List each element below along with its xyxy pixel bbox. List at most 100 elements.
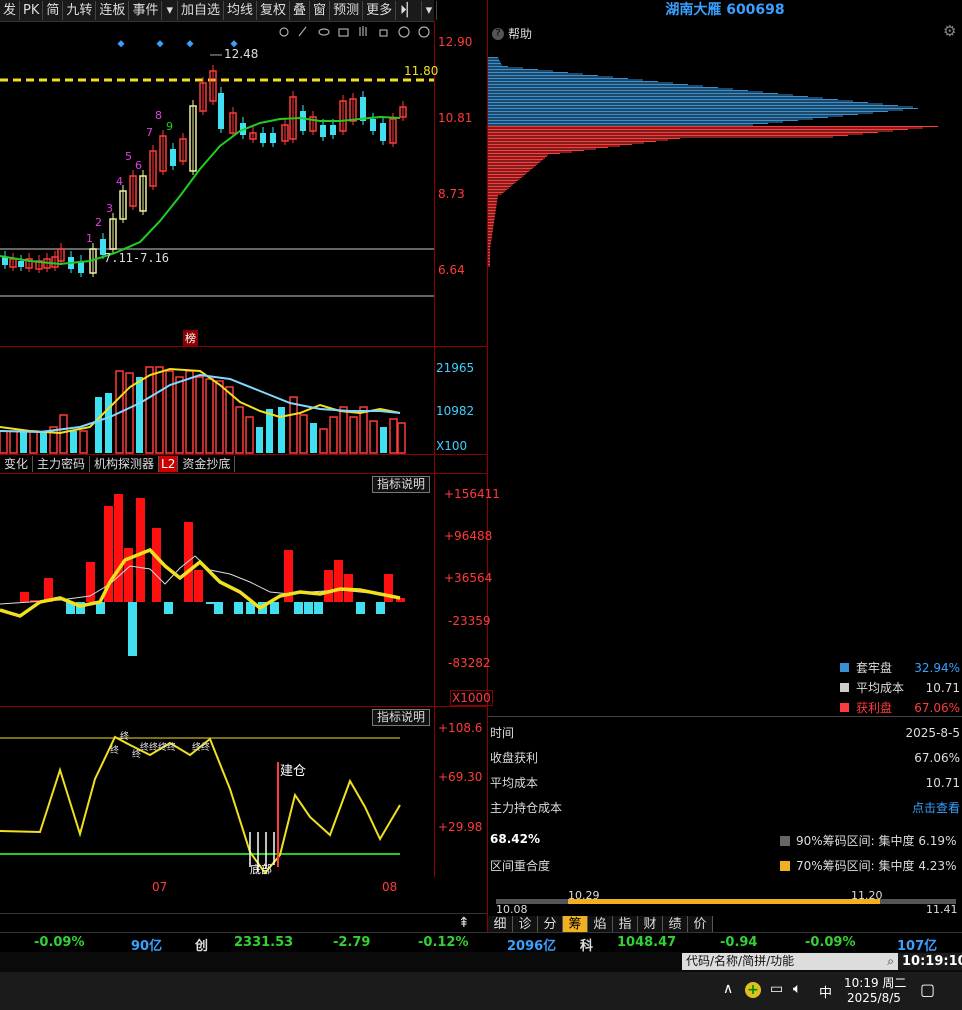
volume-bar xyxy=(278,407,285,453)
tb-junxian[interactable]: 均线 xyxy=(224,1,258,20)
search-input[interactable]: 代码/名称/简拼/功能 ⌕ xyxy=(682,953,898,970)
tb-dropdown2-icon[interactable]: ▾ xyxy=(422,1,438,20)
flow-label: +36564 xyxy=(444,571,493,585)
stock-title: 湖南大雁 600698 xyxy=(665,2,785,18)
tb-fuquan[interactable]: 复权 xyxy=(257,1,291,20)
count-label: 3 xyxy=(106,202,113,215)
chip-bar xyxy=(488,232,493,234)
question-icon: ? xyxy=(492,27,504,40)
chip-bar xyxy=(488,228,494,229)
count-label: 7 xyxy=(146,126,153,139)
network-icon[interactable]: ▭ xyxy=(770,981,783,997)
volume-bar xyxy=(0,430,8,454)
clock: 10:19:10 xyxy=(898,953,962,970)
rank-badge[interactable]: 榜 xyxy=(183,330,198,346)
chip-bar xyxy=(488,171,529,172)
chip-bar xyxy=(488,190,506,192)
chip-distribution-chart[interactable] xyxy=(488,45,962,665)
volume-icon[interactable]: 🔈︎ xyxy=(793,981,801,997)
tb-more[interactable]: 更多 xyxy=(363,1,397,20)
chip-bar xyxy=(488,249,490,250)
tb-add-watch[interactable]: 加自选 xyxy=(178,1,224,20)
tab-yan[interactable]: 焰 xyxy=(588,916,613,933)
volume-bar xyxy=(29,430,38,454)
chip-bar xyxy=(488,67,523,69)
chip-bar xyxy=(488,246,491,247)
tab-jigou[interactable]: 机构探测器 xyxy=(90,456,160,472)
chip-bar xyxy=(488,208,496,210)
chip-bar xyxy=(488,217,495,219)
chip-bar xyxy=(488,222,494,223)
chip-bar xyxy=(488,129,908,130)
chip-bar xyxy=(488,211,496,213)
taskbar-time[interactable]: 10:19 周二 xyxy=(844,974,906,991)
app-tray-icon[interactable]: + xyxy=(745,982,761,998)
flow-label: +96488 xyxy=(444,529,493,543)
search-icon[interactable]: ⌕ xyxy=(887,953,894,970)
main-cost-link[interactable]: 点击查看 xyxy=(912,796,960,821)
tb-shijian[interactable]: 事件 xyxy=(129,1,163,20)
volume-bar xyxy=(136,377,143,453)
volume-bar xyxy=(380,427,387,453)
tab-bianhua[interactable]: 变化 xyxy=(0,456,34,472)
chip-bar xyxy=(488,253,490,255)
ticker-item: 1048.47 xyxy=(617,935,677,950)
tab-zhuli-mima[interactable]: 主力密码 xyxy=(33,456,91,472)
tab-zhen[interactable]: 诊 xyxy=(513,916,538,933)
tab-ji[interactable]: 绩 xyxy=(663,916,688,933)
volume-bar xyxy=(256,427,263,453)
chip-bar xyxy=(488,262,490,264)
chip-bar xyxy=(488,121,783,123)
chip-bar xyxy=(488,126,938,127)
tb-lianban[interactable]: 连板 xyxy=(96,1,130,20)
range-90: 90%筹码区间: 集中度 6.19% xyxy=(780,832,956,849)
settings-gear-icon[interactable]: ⚙ xyxy=(943,22,956,40)
tb-collapse-icon[interactable]: ⏵▏ xyxy=(396,1,422,20)
volume-chart[interactable] xyxy=(0,347,434,454)
candle-body xyxy=(218,93,224,129)
vol-scale: X100 xyxy=(436,439,468,453)
tb-yuce[interactable]: 预测 xyxy=(330,1,364,20)
volume-bar xyxy=(245,416,254,454)
chip-bar xyxy=(488,229,493,231)
kline-chart[interactable] xyxy=(0,21,434,346)
chip-bar xyxy=(488,108,918,109)
chip-bar xyxy=(488,88,733,90)
help-label: 帮助 xyxy=(508,27,533,41)
chevron-up-icon[interactable]: ∧ xyxy=(723,981,733,997)
legend-value: 10.71 xyxy=(925,681,960,695)
help-button[interactable]: ? 帮助 xyxy=(492,25,532,42)
tb-dropdown-icon[interactable]: ▾ xyxy=(162,1,178,20)
tab-zijin-chaodi[interactable]: 资金抄底 xyxy=(178,456,236,472)
tab-fen[interactable]: 分 xyxy=(538,916,563,933)
tab-cai[interactable]: 财 xyxy=(638,916,663,933)
chip-bar xyxy=(488,159,544,160)
flow-bar xyxy=(184,522,193,602)
chip-bar xyxy=(488,153,560,154)
chip-bar xyxy=(488,82,673,84)
tab-xi[interactable]: 细 xyxy=(488,916,513,933)
chip-bar xyxy=(488,175,524,177)
chip-bar xyxy=(488,136,833,138)
tab-zhi[interactable]: 指 xyxy=(613,916,638,933)
tb-die[interactable]: 叠 xyxy=(290,1,311,20)
tb-chuang[interactable]: 窗 xyxy=(310,1,331,20)
tab-l2-badge[interactable]: L2 xyxy=(159,456,179,472)
tb-pk[interactable]: PK xyxy=(20,1,44,20)
tb-jiuzhuan[interactable]: 九转 xyxy=(63,1,97,20)
chip-bar xyxy=(488,99,838,100)
candle-body xyxy=(170,149,176,166)
tb-jian[interactable]: 简 xyxy=(43,1,64,20)
ime-indicator[interactable]: 中 xyxy=(819,982,832,1001)
flow-chart[interactable] xyxy=(0,474,434,706)
tab-chou[interactable]: 筹 xyxy=(563,916,588,933)
oscillator-chart[interactable]: 终终终 终终终终 终终 xyxy=(0,707,434,877)
tab-jia[interactable]: 价 xyxy=(688,916,713,933)
chip-bar xyxy=(488,123,768,124)
scroll-up-icon[interactable]: ⇞ xyxy=(458,915,470,931)
notification-icon[interactable]: ▢ xyxy=(920,980,935,999)
tb-fa[interactable]: 发 xyxy=(0,1,21,20)
market-ticker: -0.09% 90亿 创 2331.53 -2.79 -0.12% 2096亿 … xyxy=(0,932,962,954)
flow-label: -83282 xyxy=(448,656,491,670)
taskbar-date[interactable]: 2025/8/5 xyxy=(847,991,901,1005)
